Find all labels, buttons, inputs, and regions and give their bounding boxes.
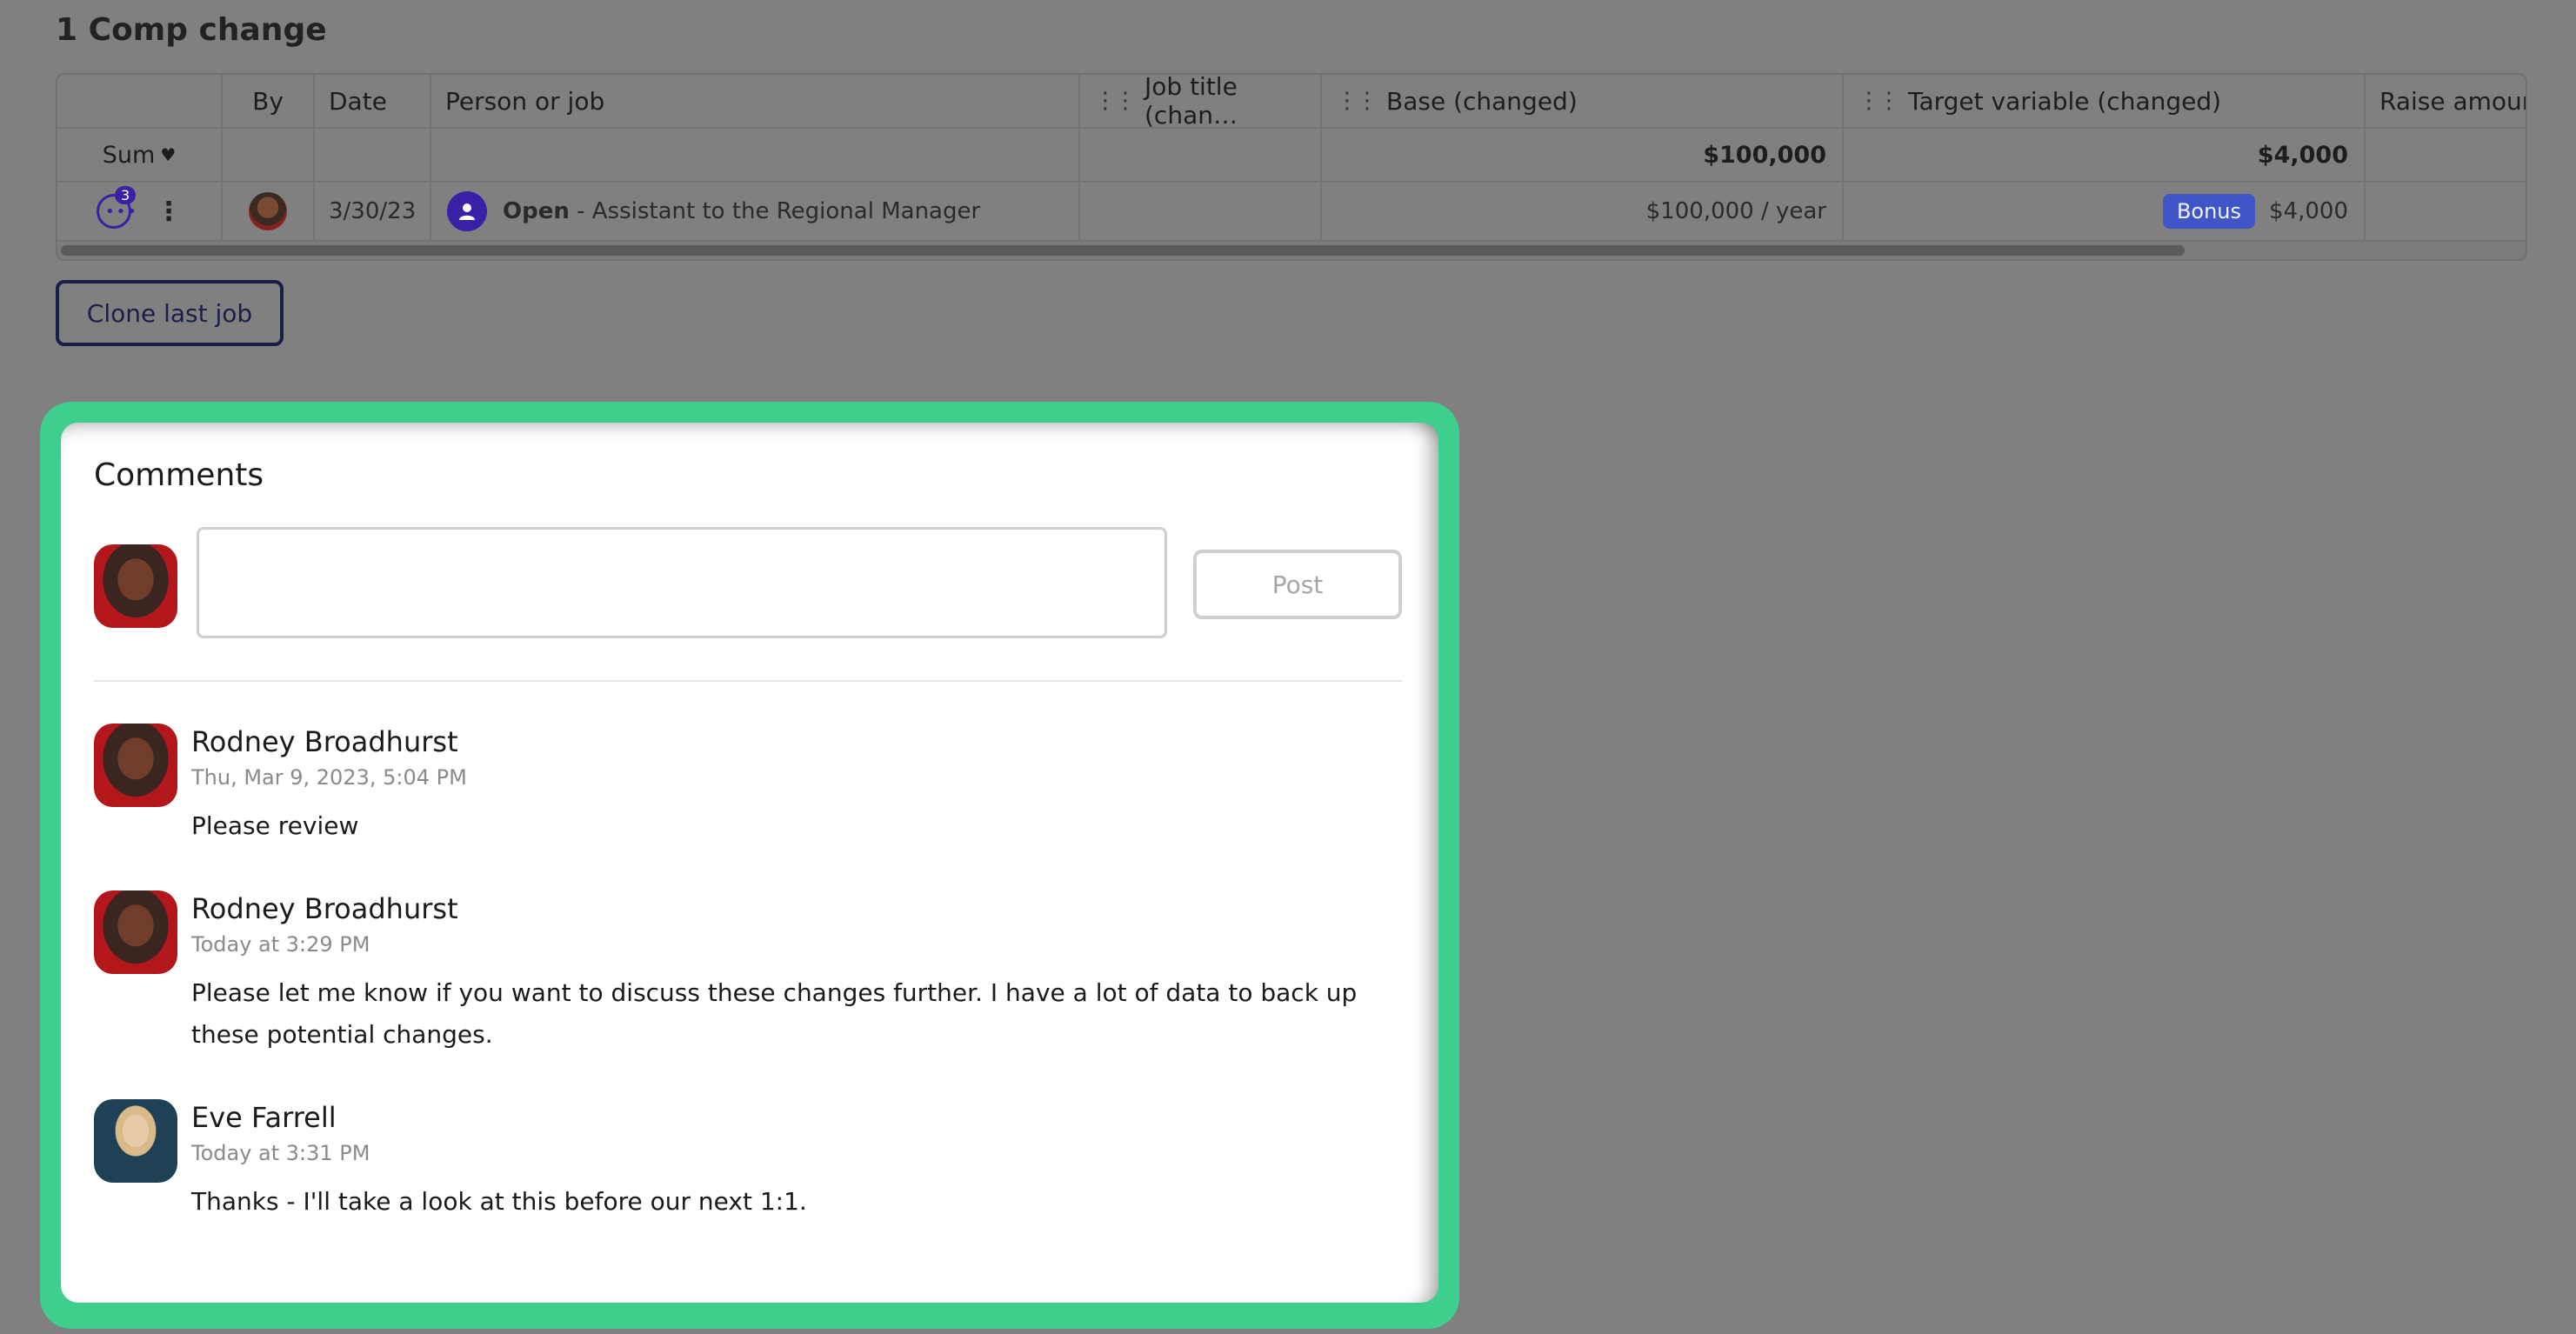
row-actions: ••• 3 ⋮ [57, 183, 223, 240]
person-icon [447, 191, 487, 231]
bonus-badge: Bonus [2162, 194, 2256, 229]
header-date-label: Date [329, 86, 387, 116]
table-row[interactable]: ••• 3 ⋮ 3/30/23 Open - Assistant to the … [57, 183, 2526, 242]
row-base[interactable]: $100,000 / year [1322, 183, 1844, 240]
row-raise[interactable] [2366, 183, 2526, 240]
scrollbar-thumb[interactable] [61, 245, 2185, 256]
header-target[interactable]: ⋮⋮ Target variable (changed) [1844, 75, 2366, 127]
comment-timestamp: Today at 3:29 PM [191, 932, 370, 957]
sum-target: $4,000 [1844, 129, 2366, 181]
comment-icon[interactable]: ••• 3 [97, 186, 137, 229]
header-actions [57, 75, 223, 127]
more-vertical-icon[interactable]: ⋮ [156, 197, 182, 227]
header-raise-label: Raise amount [2379, 86, 2526, 116]
sum-by [223, 129, 315, 181]
sum-job-title [1080, 129, 1322, 181]
avatar [249, 192, 287, 230]
clone-last-job-button[interactable]: Clone last job [56, 280, 284, 346]
sum-date [315, 129, 431, 181]
header-job-title[interactable]: ⋮⋮ Job title (chan… [1080, 73, 1322, 130]
comment-text: Please let me know if you want to discus… [191, 978, 1358, 1049]
horizontal-scrollbar[interactable] [57, 242, 2526, 259]
row-person[interactable]: Open - Assistant to the Regional Manager [431, 183, 1080, 240]
caret-down-icon: ♥ [160, 144, 177, 165]
comment-text: Thanks - I'll take a look at this before… [191, 1187, 807, 1216]
sum-base: $100,000 [1322, 129, 1844, 181]
avatar [94, 890, 177, 974]
comment-input[interactable] [197, 527, 1167, 638]
sum-aggregate-select[interactable]: Sum ♥ [57, 129, 223, 181]
divider [94, 680, 1402, 682]
row-by [223, 183, 315, 240]
header-job-title-label: Job title (chan… [1145, 73, 1238, 130]
comments-title: Comments [94, 457, 264, 493]
grid-header-row: By Date Person or job ⋮⋮ Job title (chan…… [57, 73, 2526, 130]
comment-author: Eve Farrell [191, 1101, 337, 1134]
sum-label: Sum [102, 141, 156, 169]
avatar [94, 1099, 177, 1183]
comment-timestamp: Thu, Mar 9, 2023, 5:04 PM [191, 765, 467, 790]
sum-raise [2366, 129, 2526, 181]
row-status: Open [503, 198, 570, 224]
comment-author: Rodney Broadhurst [191, 892, 458, 925]
comments-panel: Comments Post Rodney Broadhurst Thu, Mar… [61, 423, 1438, 1303]
comment-timestamp: Today at 3:31 PM [191, 1141, 370, 1165]
header-target-label: Target variable (changed) [1908, 86, 2222, 116]
drag-handle-icon[interactable]: ⋮⋮ [1336, 88, 1378, 114]
avatar [94, 544, 177, 628]
comp-change-grid: By Date Person or job ⋮⋮ Job title (chan…… [56, 73, 2527, 261]
header-date[interactable]: Date [315, 75, 431, 127]
avatar [94, 724, 177, 807]
header-person-label: Person or job [445, 86, 605, 116]
sum-person [431, 129, 1080, 181]
row-job-title[interactable] [1080, 183, 1322, 240]
header-base[interactable]: ⋮⋮ Base (changed) [1322, 75, 1844, 127]
grid-sum-row: Sum ♥ $100,000 $4,000 [57, 129, 2526, 183]
post-button[interactable]: Post [1193, 550, 1402, 619]
row-target[interactable]: Bonus $4,000 [1844, 183, 2366, 240]
header-by[interactable]: By [223, 75, 315, 127]
comment-author: Rodney Broadhurst [191, 725, 458, 758]
drag-handle-icon[interactable]: ⋮⋮ [1094, 88, 1137, 114]
row-date: 3/30/23 [315, 183, 431, 240]
comment-count-badge: 3 [115, 186, 137, 204]
section-title: 1 Comp change [56, 12, 327, 48]
header-raise[interactable]: Raise amount [2366, 75, 2526, 127]
header-base-label: Base (changed) [1386, 86, 1578, 116]
drag-handle-icon[interactable]: ⋮⋮ [1858, 88, 1900, 114]
header-by-label: By [252, 86, 284, 116]
header-person[interactable]: Person or job [431, 75, 1080, 127]
row-target-value: $4,000 [2269, 198, 2348, 224]
comment-text: Please review [191, 811, 359, 840]
row-job: - Assistant to the Regional Manager [569, 198, 981, 224]
